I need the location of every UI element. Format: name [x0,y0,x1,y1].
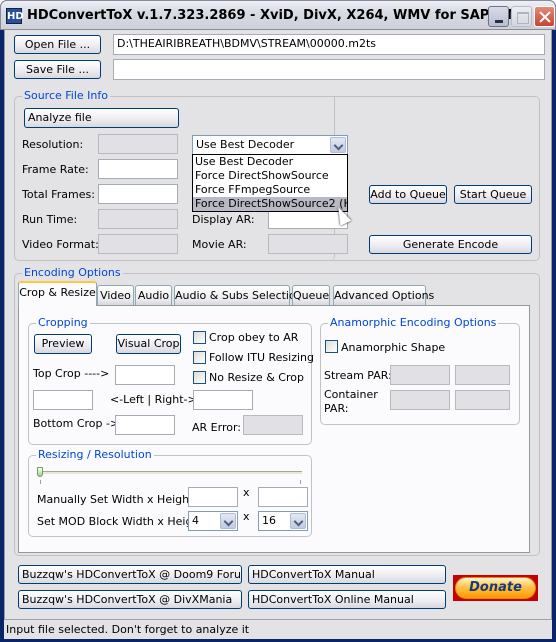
online-manual-link[interactable]: HDConvertToX Online Manual [248,590,446,609]
video-format-label: Video Format: [22,238,99,251]
follow-itu-checkbox[interactable] [193,351,206,364]
movie-ar-field [268,234,348,254]
cropping-title: Cropping [36,316,90,329]
mod-block-label: Set MOD Block Width x Height: [37,515,208,528]
decoder-option[interactable]: Force DirectShowSource [193,169,347,183]
chevron-down-icon[interactable] [220,513,236,529]
resolution-slider-track[interactable] [39,471,302,474]
doom9-forum-link[interactable]: Buzzqw's HDConvertToX @ Doom9 Forum [18,565,242,584]
resolution-field [98,134,178,154]
resizing-title: Resizing / Resolution [36,448,154,461]
left-right-label: <-Left | Right-> [110,393,197,406]
encoding-options-title: Encoding Options [22,266,123,279]
generate-encode-button[interactable]: Generate Encode [369,235,532,254]
right-crop-input[interactable] [193,390,253,410]
ar-error-field [243,415,303,435]
display-ar-label: Display AR: [192,213,255,226]
decoder-selected-value: Use Best Decoder [196,138,295,151]
container-par-label: Container PAR: [324,388,378,415]
preview-button[interactable]: Preview [34,334,92,354]
slider-tick [40,480,41,484]
follow-itu-label: Follow ITU Resizing [209,351,314,364]
window-title: HDConvertToX v.1.7.323.2869 - XviD, DivX… [27,8,549,23]
manual-width-input[interactable] [188,487,238,507]
anamorphic-shape-label: Anamorphic Shape [341,341,446,354]
decoder-dropdown-list[interactable]: Use Best Decoder Force DirectShowSource … [192,154,348,212]
bottom-crop-label: Bottom Crop -> [33,417,120,430]
donate-button[interactable]: Donate [453,575,538,601]
container-par-field-2 [455,390,510,410]
minimize-button[interactable] [488,6,509,27]
x-separator: x [243,510,250,523]
manual-link[interactable]: HDConvertToX Manual [248,565,446,584]
analyze-file-button[interactable]: Analyze file [24,108,179,128]
mod-height-select[interactable]: 16 [258,511,308,531]
anamorphic-title: Anamorphic Encoding Options [328,316,499,329]
manual-height-input[interactable] [258,487,308,507]
decoder-option-highlighted[interactable]: Force DirectShowSource2 (Haali) [193,197,347,211]
tab-queue[interactable]: Queue [292,285,330,305]
run-time-label: Run Time: [22,213,78,226]
decoder-option[interactable]: Use Best Decoder [193,155,347,169]
no-resize-crop-label: No Resize & Crop [209,371,304,384]
close-button[interactable] [534,6,555,27]
chevron-down-icon[interactable] [330,137,346,153]
video-format-field [98,234,178,254]
run-time-field [98,209,178,229]
donate-label: Donate [455,577,536,599]
decoder-option[interactable]: Force FFmpegSource [193,183,347,197]
resolution-slider-thumb[interactable] [37,467,43,477]
open-file-path-input[interactable]: D:\THEAIRIBREATH\BDMV\STREAM\00000.m2ts [113,34,545,55]
ar-error-label: AR Error: [192,421,241,434]
x-separator: x [243,486,250,499]
manual-size-label: Manually Set Width x Height: [37,493,198,506]
mod-width-value: 4 [192,514,199,527]
anamorphic-shape-checkbox[interactable] [325,340,338,353]
tab-audio-subs-selection[interactable]: Audio & Subs Selection [174,285,303,305]
tab-crop-resize[interactable]: Crop & Resize [18,281,97,306]
mod-width-select[interactable]: 4 [188,511,238,531]
tab-advanced-options[interactable]: Advanced Options [333,285,434,305]
container-par-field-1 [390,390,450,410]
stream-par-field-2 [455,365,510,385]
save-file-button[interactable]: Save File ... [14,60,101,79]
left-crop-input[interactable] [33,390,93,410]
title-bar[interactable]: HD HDConvertToX v.1.7.323.2869 - XviD, D… [0,0,556,30]
total-frames-input[interactable] [98,184,178,204]
chevron-down-icon[interactable] [290,513,306,529]
visual-crop-button[interactable]: Visual Crop [116,334,181,354]
start-queue-button[interactable]: Start Queue [454,185,532,204]
mod-height-value: 16 [262,514,276,527]
maximize-button[interactable] [511,6,532,27]
stream-par-label: Stream PAR: [324,369,392,382]
open-file-button[interactable]: Open File ... [14,35,101,54]
movie-ar-label: Movie AR: [192,238,247,251]
status-bar: Input file selected. Don't forget to ana… [4,619,552,639]
stream-par-field-1 [390,365,450,385]
frame-rate-input[interactable] [98,159,178,179]
decoder-select[interactable]: Use Best Decoder [192,135,348,155]
app-icon: HD [6,8,24,24]
top-crop-input[interactable] [115,365,175,385]
total-frames-label: Total Frames: [22,188,95,201]
save-file-path-input[interactable] [113,59,545,80]
slider-tick [300,480,301,484]
crop-obey-ar-checkbox[interactable] [193,331,206,344]
no-resize-crop-checkbox[interactable] [193,371,206,384]
frame-rate-label: Frame Rate: [22,163,89,176]
divxmania-link[interactable]: Buzzqw's HDConvertToX @ DivXMania [18,590,242,609]
tab-video[interactable]: Video [97,285,134,305]
add-to-queue-button[interactable]: Add to Queue [369,185,447,204]
resolution-label: Resolution: [22,138,84,151]
bottom-crop-input[interactable] [115,415,175,435]
crop-obey-ar-label: Crop obey to AR [209,331,299,344]
tab-audio[interactable]: Audio [135,285,172,305]
top-crop-label: Top Crop ----> [33,367,110,380]
